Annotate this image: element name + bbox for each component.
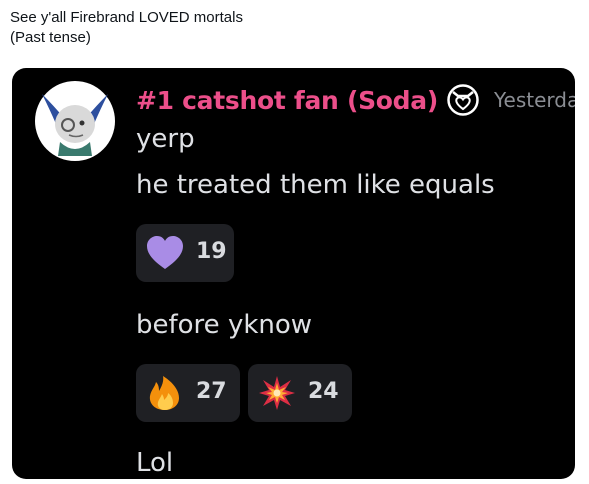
avatar-icon (35, 81, 115, 161)
reaction-collision[interactable]: 24 (248, 364, 352, 422)
tweet-text-line-2: (Past tense) (10, 29, 91, 46)
collision-icon (259, 376, 295, 410)
fire-icon (149, 376, 179, 410)
reaction-count: 19 (196, 239, 227, 264)
message-line-1: yerp (136, 124, 195, 154)
heart-shield-icon[interactable] (446, 83, 480, 117)
timestamp: Yesterday (493, 88, 575, 112)
tweet-text-line-1: See y'all Firebrand LOVED mortals (10, 9, 243, 26)
message-line-2: he treated them like equals (136, 170, 495, 200)
tweet-text: See y'all Firebrand LOVED mortals (Past … (10, 8, 243, 48)
message-header: #1 catshot fan (Soda) Yesterday (136, 82, 575, 118)
purple-heart-icon (147, 236, 183, 269)
reaction-fire[interactable]: 27 (136, 364, 240, 422)
message-line-3: before yknow (136, 310, 313, 340)
discord-screenshot[interactable]: #1 catshot fan (Soda) Yesterday yerp he … (12, 68, 575, 479)
reaction-purple-heart[interactable]: 19 (136, 224, 234, 282)
username[interactable]: #1 catshot fan (Soda) (136, 86, 438, 115)
message-line-4: Lol (136, 448, 174, 478)
reaction-count: 27 (196, 379, 227, 404)
reaction-count: 24 (308, 379, 339, 404)
